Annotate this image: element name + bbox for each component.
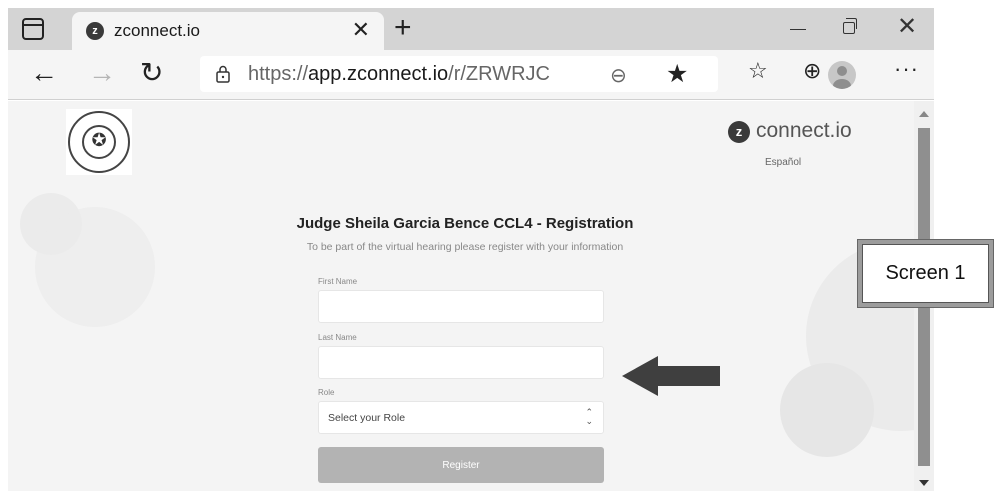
role-label: Role	[318, 388, 335, 397]
callout-text: Screen 1	[885, 262, 966, 284]
role-select[interactable]: Select your Role ⌃ ⌄	[318, 401, 604, 434]
callout-box: Screen 1	[862, 244, 989, 303]
last-name-label: Last Name	[318, 333, 357, 342]
lock-icon[interactable]	[216, 65, 230, 83]
first-name-input[interactable]	[318, 290, 604, 323]
scroll-up-icon[interactable]	[919, 111, 929, 117]
court-seal-logo: ✪	[66, 109, 132, 175]
window-close-icon[interactable]: ✕	[897, 14, 917, 40]
maximize-icon[interactable]	[843, 18, 857, 34]
decorative-circle	[780, 363, 874, 457]
tab-strip: z zconnect.io ✕ + ✕	[8, 8, 934, 50]
last-name-input[interactable]	[318, 346, 604, 379]
zoom-out-icon[interactable]: ⊖	[610, 63, 627, 88]
minimize-icon[interactable]	[790, 18, 806, 36]
browser-toolbar: ← → ↻ https://app.zconnect.io/r/ZRWRJC ⊖…	[8, 50, 934, 100]
forward-icon[interactable]: →	[88, 58, 116, 88]
page-subtitle: To be part of the virtual hearing please…	[306, 241, 624, 253]
tab-title: zconnect.io	[114, 21, 200, 40]
url-text[interactable]: https://app.zconnect.io/r/ZRWRJC	[248, 63, 550, 86]
close-icon[interactable]: ✕	[352, 18, 370, 42]
back-icon[interactable]: ←	[30, 58, 58, 88]
page-viewport: ✪ z connect.io Español Judge Sheila Garc…	[8, 101, 914, 491]
register-button[interactable]: Register	[318, 447, 604, 483]
favorites-icon[interactable]: ☆	[748, 58, 768, 84]
tab-actions-icon[interactable]	[22, 18, 44, 40]
arrow-head	[622, 356, 658, 396]
language-link[interactable]: Español	[765, 157, 801, 168]
browser-tab[interactable]: z zconnect.io ✕	[72, 12, 384, 50]
first-name-label: First Name	[318, 277, 358, 286]
favicon-icon: z	[86, 22, 104, 40]
scroll-down-icon[interactable]	[919, 480, 929, 486]
address-bar[interactable]: https://app.zconnect.io/r/ZRWRJC ⊖ ★	[200, 56, 718, 92]
annotation-arrow	[622, 356, 720, 396]
brand-name: connect.io	[756, 119, 852, 142]
arrow-shaft	[656, 366, 720, 386]
reload-icon[interactable]: ↻	[140, 58, 163, 88]
chevron-up-down-icon: ⌃ ⌄	[585, 407, 593, 426]
profile-icon[interactable]	[828, 61, 856, 89]
role-select-value: Select your Role	[328, 412, 406, 424]
collections-icon[interactable]: ⊕	[803, 58, 821, 84]
screen-label-callout: Screen 1	[857, 239, 994, 308]
zconnect-logo-icon: z	[728, 121, 750, 143]
new-tab-icon[interactable]: +	[394, 12, 412, 44]
star-emblem-icon: ✪	[91, 130, 107, 150]
more-icon[interactable]: ···	[894, 56, 919, 82]
browser-window: z zconnect.io ✕ + ✕ ← → ↻ https://app.zc…	[8, 8, 934, 491]
page-title: Judge Sheila Garcia Bence CCL4 - Registr…	[296, 215, 634, 232]
star-icon[interactable]: ★	[666, 59, 688, 89]
decorative-circle	[35, 207, 155, 327]
